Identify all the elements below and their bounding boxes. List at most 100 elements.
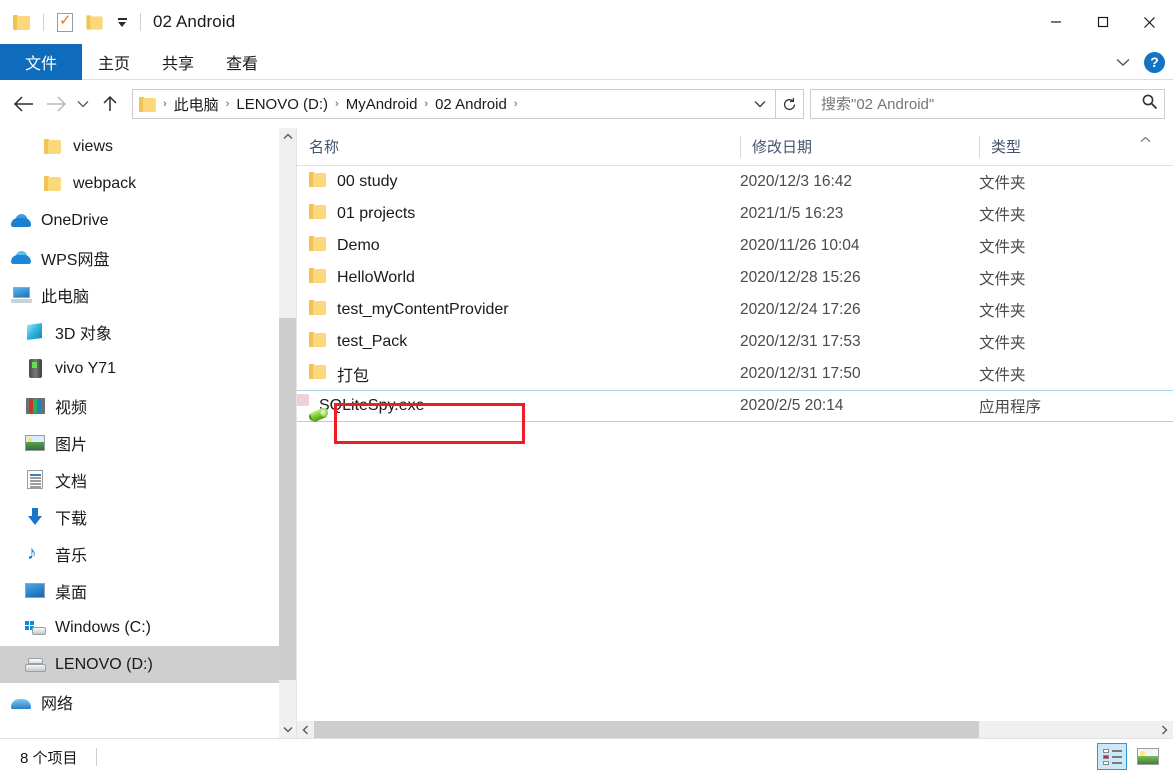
sidebar-item-vivo-y71[interactable]: vivo Y71 xyxy=(0,350,296,387)
sidebar-item-label: 3D 对象 xyxy=(55,325,112,343)
file-name-cell: test_myContentProvider xyxy=(297,300,740,320)
onedrive-icon xyxy=(10,210,32,232)
properties-icon[interactable] xyxy=(53,10,77,34)
maximize-button[interactable] xyxy=(1079,0,1126,44)
file-name: SQLiteSpy.exe xyxy=(319,397,425,414)
file-name-cell: test_Pack xyxy=(297,332,740,352)
sidebar-item-windows-c[interactable]: Windows (C:) xyxy=(0,609,296,646)
navigation-pane: views webpack OneDrive WPS网盘 此电脑 3D 对象 v… xyxy=(0,128,296,738)
file-list-pane: 名称 修改日期 类型 00 study 2020/12/3 16:42 文件夹 … xyxy=(296,128,1173,738)
column-header-date[interactable]: 修改日期 xyxy=(740,135,979,159)
file-name: 00 study xyxy=(337,173,398,190)
column-header-type[interactable]: 类型 xyxy=(979,135,1139,159)
sidebar-item-music[interactable]: ♪ 音乐 xyxy=(0,535,296,572)
breadcrumb-separator: › xyxy=(225,98,230,110)
table-row[interactable]: SQLiteSpy.exe 2020/2/5 20:14 应用程序 xyxy=(297,390,1173,423)
large-icons-view-button[interactable] xyxy=(1133,743,1163,770)
table-row[interactable]: test_myContentProvider 2020/12/24 17:26 … xyxy=(297,294,1173,326)
file-type: 文件夹 xyxy=(979,271,1026,288)
search-input[interactable] xyxy=(821,95,1141,113)
back-arrow-icon[interactable] xyxy=(8,88,40,120)
minimize-button[interactable] xyxy=(1032,0,1079,44)
file-name: 打包 xyxy=(337,368,370,385)
sidebar-item-downloads[interactable]: 下载 xyxy=(0,498,296,535)
breadcrumb-item-this-pc[interactable]: 此电脑 xyxy=(169,92,224,117)
table-row[interactable]: 01 projects 2021/1/5 16:23 文件夹 xyxy=(297,198,1173,230)
breadcrumb[interactable]: › 此电脑 › LENOVO (D:) › MyAndroid › 02 And… xyxy=(132,89,776,119)
expand-ribbon-chevron-down-icon[interactable] xyxy=(1108,47,1138,77)
documents-icon xyxy=(24,469,46,491)
folder-icon xyxy=(42,173,64,195)
scroll-right-icon[interactable] xyxy=(1156,721,1173,738)
folder-icon xyxy=(42,136,64,158)
customize-quick-access-icon[interactable] xyxy=(114,12,130,32)
sidebar-item-pictures[interactable]: 图片 xyxy=(0,424,296,461)
sidebar-item-3d-objects[interactable]: 3D 对象 xyxy=(0,313,296,350)
breadcrumb-item-02-android[interactable]: 02 Android xyxy=(430,94,512,115)
item-count-label: 8 个项目 xyxy=(20,749,78,767)
details-view-button[interactable] xyxy=(1097,743,1127,770)
sidebar-scrollbar-thumb[interactable] xyxy=(279,318,296,680)
quick-access-toolbar: 02 Android xyxy=(0,0,235,44)
sidebar-item-label: LENOVO (D:) xyxy=(55,655,153,673)
scroll-down-icon[interactable] xyxy=(279,721,296,738)
pictures-icon xyxy=(24,432,46,454)
tab-view[interactable]: 查看 xyxy=(210,44,274,80)
table-row[interactable]: HelloWorld 2020/12/28 15:26 文件夹 xyxy=(297,262,1173,294)
sidebar-item-videos[interactable]: 视频 xyxy=(0,387,296,424)
address-bar: › 此电脑 › LENOVO (D:) › MyAndroid › 02 And… xyxy=(0,81,1173,127)
file-date: 2020/12/31 17:53 xyxy=(740,333,861,350)
horizontal-scrollbar-track[interactable] xyxy=(314,721,1156,738)
new-folder-icon[interactable] xyxy=(83,10,107,34)
file-date: 2020/11/26 10:04 xyxy=(740,237,860,254)
horizontal-scrollbar-thumb[interactable] xyxy=(314,721,980,738)
file-date: 2020/12/28 15:26 xyxy=(740,269,861,286)
column-header-name[interactable]: 名称 xyxy=(297,135,740,159)
table-row[interactable]: 打包 2020/12/31 17:50 文件夹 xyxy=(297,358,1173,390)
tab-file[interactable]: 文件 xyxy=(0,44,82,80)
breadcrumb-item-myandroid[interactable]: MyAndroid xyxy=(341,94,423,115)
forward-arrow-icon[interactable] xyxy=(40,88,72,120)
sidebar-item-views[interactable]: views xyxy=(0,128,296,165)
sidebar-item-documents[interactable]: 文档 xyxy=(0,461,296,498)
breadcrumb-item-lenovo-d[interactable]: LENOVO (D:) xyxy=(231,94,333,115)
tab-home[interactable]: 主页 xyxy=(82,44,146,80)
file-name-cell: 打包 xyxy=(297,362,740,386)
file-date: 2021/1/5 16:23 xyxy=(740,205,844,222)
details-view-icon xyxy=(1102,748,1122,765)
column-headers: 名称 修改日期 类型 xyxy=(297,128,1173,166)
sidebar-item-network[interactable]: 网络 xyxy=(0,683,296,720)
help-button[interactable]: ? xyxy=(1144,51,1165,73)
ribbon-tab-bar: 文件 主页 共享 查看 ? xyxy=(0,44,1173,80)
title-divider xyxy=(140,13,141,31)
folder-icon xyxy=(309,364,327,384)
sidebar-item-wps-cloud[interactable]: WPS网盘 xyxy=(0,239,296,276)
breadcrumb-folder-icon xyxy=(139,96,157,112)
window-controls xyxy=(1032,0,1173,44)
recent-locations-chevron-down-icon[interactable] xyxy=(72,88,94,120)
horizontal-scrollbar[interactable] xyxy=(297,721,1173,738)
refresh-icon[interactable] xyxy=(776,89,804,119)
title-bar: 02 Android xyxy=(0,0,1173,44)
scroll-left-icon[interactable] xyxy=(297,721,314,738)
scroll-up-icon[interactable] xyxy=(279,128,296,145)
sidebar-item-lenovo-d[interactable]: LENOVO (D:) xyxy=(0,646,296,683)
breadcrumb-separator: › xyxy=(513,98,518,110)
table-row[interactable]: Demo 2020/11/26 10:04 文件夹 xyxy=(297,230,1173,262)
sidebar-item-onedrive[interactable]: OneDrive xyxy=(0,202,296,239)
file-date: 2020/12/3 16:42 xyxy=(740,173,853,190)
close-button[interactable] xyxy=(1126,0,1173,44)
table-row[interactable]: 00 study 2020/12/3 16:42 文件夹 xyxy=(297,166,1173,198)
folder-icon xyxy=(309,300,327,320)
tab-share[interactable]: 共享 xyxy=(146,44,210,80)
sidebar-scrollbar[interactable] xyxy=(279,128,296,738)
search-box[interactable] xyxy=(810,89,1165,119)
up-arrow-icon[interactable] xyxy=(94,88,126,120)
breadcrumb-chevron-down-icon[interactable] xyxy=(749,91,771,117)
breadcrumb-separator: › xyxy=(335,98,339,110)
table-row[interactable]: test_Pack 2020/12/31 17:53 文件夹 xyxy=(297,326,1173,358)
sidebar-item-desktop[interactable]: 桌面 xyxy=(0,572,296,609)
sidebar-item-this-pc[interactable]: 此电脑 xyxy=(0,276,296,313)
sidebar-item-webpack[interactable]: webpack xyxy=(0,165,296,202)
search-icon[interactable] xyxy=(1141,93,1158,115)
